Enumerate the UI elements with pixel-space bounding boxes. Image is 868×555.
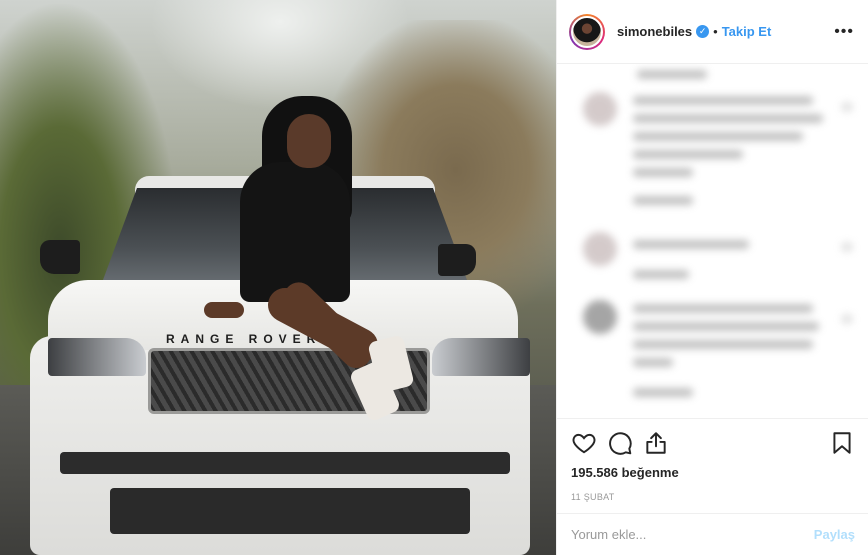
post-side-panel: simonebiles ✓ • Takip Et ••• 195.586 beğ…	[556, 0, 868, 555]
comment-text	[633, 304, 813, 313]
comment-heart-icon	[841, 242, 853, 252]
avatar-image	[571, 15, 603, 48]
comment-avatar	[583, 92, 617, 126]
car-headlamp-right	[432, 338, 530, 376]
comment-meta	[633, 388, 693, 397]
bookmark-icon[interactable]	[829, 430, 855, 456]
likes-count[interactable]: 195.586 beğenme	[571, 465, 855, 480]
comment-text	[633, 358, 673, 367]
comment-text	[633, 322, 819, 331]
comment-text	[637, 70, 707, 79]
username-link[interactable]: simonebiles	[617, 24, 692, 39]
comment-avatar	[583, 300, 617, 334]
comment-icon[interactable]	[607, 430, 633, 456]
post-header: simonebiles ✓ • Takip Et •••	[557, 0, 868, 64]
comment-text	[633, 114, 823, 123]
post-date[interactable]: 11 ŞUBAT	[571, 492, 855, 502]
comment-text	[633, 168, 693, 177]
avatar[interactable]	[569, 13, 605, 50]
post-comment-button[interactable]: Paylaş	[814, 527, 855, 542]
comment-text	[633, 96, 813, 105]
comment-text	[633, 150, 743, 159]
header-separator: •	[713, 24, 718, 39]
comments-list[interactable]	[557, 64, 868, 418]
action-icons-row	[571, 429, 855, 457]
comment-meta	[633, 270, 689, 279]
car-badge: RANGE ROVER	[166, 332, 322, 346]
more-options-icon[interactable]: •••	[834, 23, 854, 41]
share-icon[interactable]	[643, 430, 669, 456]
person-torso	[240, 162, 350, 302]
comment-text	[633, 340, 813, 349]
car-mirror-right	[438, 244, 476, 276]
post-photo[interactable]: RANGE ROVER	[0, 0, 556, 555]
person-face	[287, 114, 331, 168]
post-actions: 195.586 beğenme 11 ŞUBAT	[557, 418, 868, 502]
comment-text	[633, 132, 803, 141]
car-intake	[60, 452, 510, 474]
car-mirror-left	[40, 240, 80, 274]
comment-avatar	[583, 232, 617, 266]
comment-heart-icon	[841, 314, 853, 324]
heart-icon[interactable]	[571, 430, 597, 456]
comment-heart-icon	[841, 102, 853, 112]
follow-button[interactable]: Takip Et	[722, 24, 772, 39]
comment-meta	[633, 196, 693, 205]
add-comment-bar: Paylaş	[557, 513, 868, 555]
car-headlamp-left	[48, 338, 146, 376]
car-lower-grille	[110, 488, 470, 534]
comment-input[interactable]	[571, 527, 814, 542]
verified-badge-icon: ✓	[696, 25, 710, 38]
person-hand	[204, 302, 244, 318]
comment-text	[633, 240, 749, 249]
